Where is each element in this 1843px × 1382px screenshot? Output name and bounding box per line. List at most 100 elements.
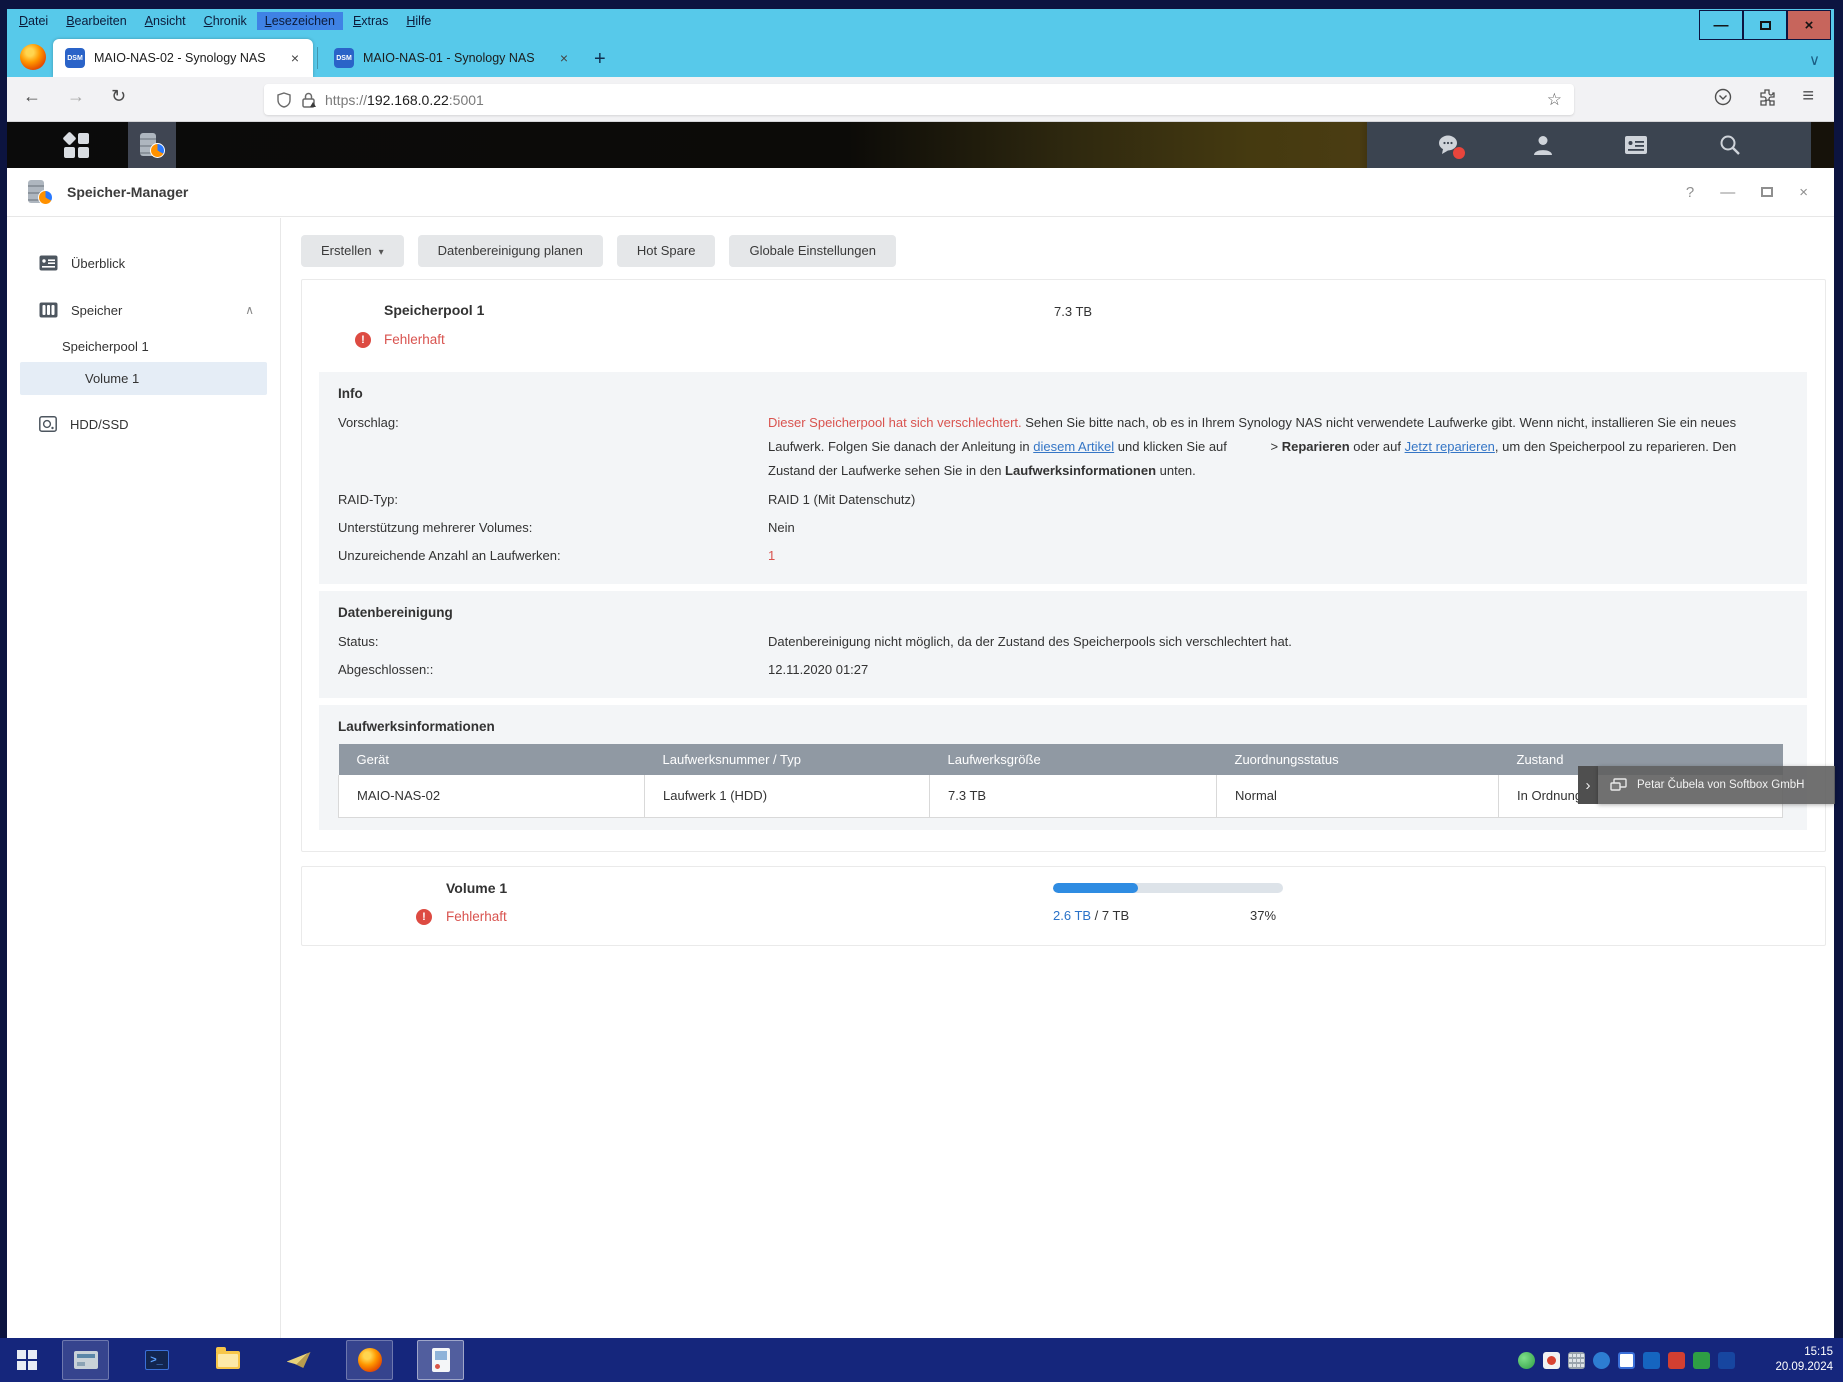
start-button[interactable]: [0, 1338, 54, 1382]
tray-icon-6[interactable]: [1643, 1352, 1660, 1369]
dsm-system-tray: [1367, 122, 1811, 168]
tab-maio-nas-01[interactable]: DSM MAIO-NAS-01 - Synology NAS ×: [322, 39, 582, 77]
app-close-button[interactable]: ×: [1799, 184, 1808, 201]
storage-manager-window: Speicher-Manager ? — × Überblick: [7, 168, 1834, 1338]
firefox-app-button[interactable]: [13, 39, 53, 75]
raid-type-label: RAID-Typ:: [338, 488, 768, 511]
data-scrubbing-section: Datenbereinigung Status: Datenbereinigun…: [319, 591, 1807, 698]
tray-icon-5[interactable]: [1618, 1352, 1635, 1369]
dsm-user-button[interactable]: [1532, 134, 1554, 156]
tab-maio-nas-02[interactable]: DSM MAIO-NAS-02 - Synology NAS ×: [53, 39, 313, 77]
app-minimize-button[interactable]: —: [1720, 184, 1735, 201]
dsm-favicon: DSM: [334, 48, 354, 68]
raid-type-value: RAID 1 (Mit Datenschutz): [768, 488, 1783, 511]
shield-icon[interactable]: [276, 92, 292, 108]
menu-extras[interactable]: Extras: [345, 12, 396, 30]
pocket-icon[interactable]: [1714, 88, 1732, 106]
taskbar-clock[interactable]: 15:15 20.09.2024: [1775, 1345, 1833, 1375]
sidebar-item-speicherpool-1[interactable]: Speicherpool 1: [7, 332, 280, 360]
storage-manager-icon: [27, 179, 53, 205]
tray-icon-4[interactable]: [1593, 1352, 1610, 1369]
dsm-notifications-button[interactable]: [1437, 134, 1461, 156]
terminal-icon: >_: [145, 1350, 169, 1370]
screen: Datei Bearbeiten Ansicht Chronik Lesezei…: [0, 0, 1843, 1382]
tray-icon-8[interactable]: [1693, 1352, 1710, 1369]
menu-chronik[interactable]: Chronik: [196, 12, 255, 30]
taskbar-app-4[interactable]: [275, 1340, 322, 1380]
drive-table: Gerät Laufwerksnummer / Typ Laufwerksgrö…: [338, 744, 1783, 818]
url-bar[interactable]: https://192.168.0.22:5001 ☆: [264, 84, 1574, 115]
collapse-chevron-icon[interactable]: ∧: [245, 303, 254, 317]
menu-ansicht[interactable]: Ansicht: [137, 12, 194, 30]
dsm-top-bar: [7, 122, 1834, 168]
col-laufwerksnummer[interactable]: Laufwerksnummer / Typ: [645, 744, 930, 775]
taskbar-server-manager[interactable]: [62, 1340, 109, 1380]
storage-manager-icon: [139, 132, 165, 158]
drive-row[interactable]: MAIO-NAS-02 Laufwerk 1 (HDD) 7.3 TB Norm…: [339, 775, 1783, 817]
sidebar-item-hdd-ssd[interactable]: HDD/SSD: [7, 409, 280, 439]
forward-icon[interactable]: →: [67, 86, 85, 107]
extensions-puzzle-icon[interactable]: [1758, 88, 1776, 106]
tray-icon-2[interactable]: [1543, 1352, 1560, 1369]
firefox-icon: [358, 1348, 382, 1372]
notification-badge: [1453, 147, 1465, 159]
list-tabs-chevron-icon[interactable]: ∨: [1809, 51, 1820, 69]
hot-spare-button[interactable]: Hot Spare: [617, 235, 716, 267]
bookmark-star-icon[interactable]: ☆: [1547, 90, 1562, 110]
menu-hilfe[interactable]: Hilfe: [398, 12, 439, 30]
menu-lesezeichen[interactable]: Lesezeichen: [257, 12, 343, 30]
new-tab-button[interactable]: +: [582, 48, 618, 77]
back-icon[interactable]: ←: [23, 86, 41, 107]
lock-warning-icon[interactable]: [301, 92, 316, 108]
sidebar-item-volume-1[interactable]: Volume 1: [20, 362, 267, 395]
article-link[interactable]: diesem Artikel: [1033, 439, 1114, 454]
sidebar-label: Überblick: [71, 256, 125, 271]
tab-close-icon[interactable]: ×: [289, 50, 301, 66]
reload-icon[interactable]: ↻: [111, 86, 126, 107]
sidebar-item-speicher[interactable]: Speicher ∧: [7, 295, 280, 325]
col-zuordnungsstatus[interactable]: Zuordnungsstatus: [1217, 744, 1499, 775]
sidebar-label: Speicher: [71, 303, 122, 318]
scrub-finished-label: Abgeschlossen::: [338, 658, 768, 681]
sidebar-label: Volume 1: [85, 371, 139, 386]
repair-now-link[interactable]: Jetzt reparieren: [1405, 439, 1495, 454]
volume-panel[interactable]: Volume 1 ! Fehlerhaft 2.6 TB / 7 TB 37%: [301, 866, 1826, 946]
browser-nav-bar: ← → ↻ https://192.168.0.22:5001 ☆: [7, 77, 1834, 122]
info-title: Info: [338, 386, 1783, 401]
col-laufwerksgroesse[interactable]: Laufwerksgröße: [930, 744, 1217, 775]
pool-header[interactable]: Speicherpool 1 7.3 TB ! Fehlerhaft: [302, 280, 1825, 372]
menu-bearbeiten[interactable]: Bearbeiten: [58, 12, 134, 30]
menu-datei[interactable]: Datei: [11, 12, 56, 30]
dsm-main-menu-button[interactable]: [52, 122, 100, 168]
app-titlebar[interactable]: Speicher-Manager ? — ×: [7, 168, 1834, 217]
taskbar-firefox[interactable]: [346, 1340, 393, 1380]
tray-icon-1[interactable]: [1518, 1352, 1535, 1369]
app-help-button[interactable]: ?: [1686, 184, 1694, 201]
tab-title: MAIO-NAS-01 - Synology NAS: [363, 51, 549, 65]
create-button[interactable]: Erstellen▾: [301, 235, 404, 267]
restore-icon: [1760, 21, 1771, 30]
dsm-search-button[interactable]: [1719, 134, 1741, 156]
col-geraet[interactable]: Gerät: [339, 744, 645, 775]
app-window-controls: ? — ×: [1686, 184, 1808, 201]
suggestion-text: Dieser Speicherpool hat sich verschlecht…: [768, 411, 1783, 483]
volume-name: Volume 1: [446, 880, 507, 896]
sidebar-item-ueberblick[interactable]: Überblick: [7, 248, 280, 278]
tray-icon-9[interactable]: [1718, 1352, 1735, 1369]
taskbar-file-explorer[interactable]: [204, 1340, 251, 1380]
global-settings-button[interactable]: Globale Einstellungen: [729, 235, 895, 267]
volume-percent: 37%: [1250, 908, 1276, 923]
taskbar-terminal[interactable]: >_: [133, 1340, 180, 1380]
schedule-scrubbing-button[interactable]: Datenbereinigung planen: [418, 235, 603, 267]
tray-icon-7[interactable]: [1668, 1352, 1685, 1369]
cell-device: MAIO-NAS-02: [339, 775, 645, 817]
hamburger-menu-icon[interactable]: ≡: [1802, 85, 1814, 108]
overlay-expand-chevron[interactable]: ›: [1578, 766, 1598, 804]
volume-status: Fehlerhaft: [446, 909, 507, 924]
dsm-taskbar-storage-manager[interactable]: [128, 122, 176, 168]
tab-close-icon[interactable]: ×: [558, 50, 570, 66]
tray-icon-3[interactable]: [1568, 1352, 1585, 1369]
app-restore-button[interactable]: [1761, 187, 1773, 197]
dsm-widgets-button[interactable]: [1624, 135, 1648, 155]
taskbar-remote-tool[interactable]: [417, 1340, 464, 1380]
